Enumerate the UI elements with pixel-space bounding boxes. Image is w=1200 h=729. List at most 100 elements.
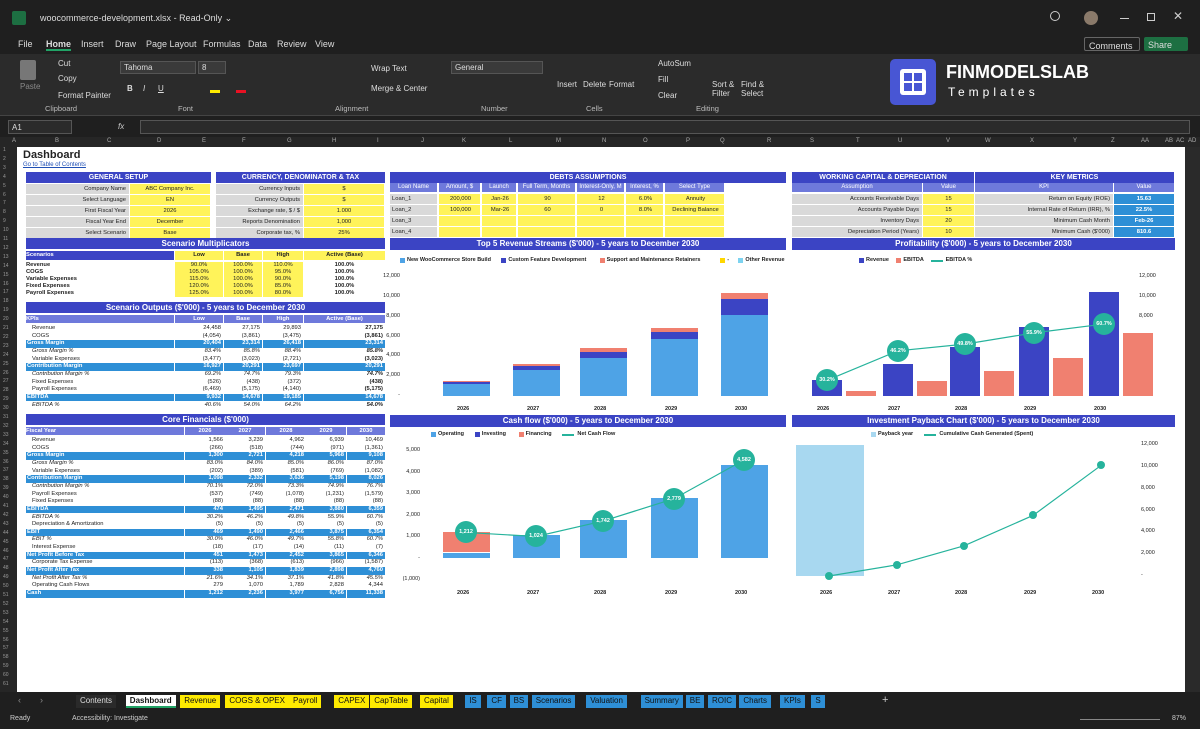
cut-button[interactable]: Cut bbox=[58, 59, 70, 68]
multipliers-cell[interactable]: 100.0% bbox=[224, 276, 262, 283]
row-header[interactable]: 9 bbox=[3, 218, 6, 224]
row-header[interactable]: 14 bbox=[3, 263, 9, 269]
row-header[interactable]: 8 bbox=[3, 209, 6, 215]
tab-dashboard[interactable]: Dashboard bbox=[125, 695, 176, 708]
row-header[interactable]: 29 bbox=[3, 396, 9, 402]
row-header[interactable]: 35 bbox=[3, 450, 9, 456]
row-header[interactable]: 48 bbox=[3, 565, 9, 571]
font-name-select[interactable]: Tahoma bbox=[120, 61, 196, 74]
multipliers-cell[interactable]: 125.0% bbox=[175, 290, 223, 297]
general-setup-value[interactable]: EN bbox=[130, 195, 210, 205]
column-header[interactable]: V bbox=[946, 138, 950, 144]
tab-payroll[interactable]: Payroll bbox=[289, 695, 322, 708]
working-capital-value[interactable]: 20 bbox=[923, 216, 974, 226]
row-header[interactable]: 42 bbox=[3, 512, 9, 518]
row-header[interactable]: 51 bbox=[3, 592, 9, 598]
add-sheet-icon[interactable]: + bbox=[882, 694, 888, 706]
paste-label[interactable]: Paste bbox=[20, 82, 40, 91]
multipliers-cell[interactable]: 100.0% bbox=[224, 283, 262, 290]
menu-draw[interactable]: Draw bbox=[115, 39, 136, 49]
menu-home[interactable]: Home bbox=[46, 39, 72, 51]
paste-icon[interactable] bbox=[20, 60, 36, 80]
debts-cell[interactable]: 100,000 bbox=[439, 205, 480, 215]
formula-input[interactable] bbox=[140, 120, 1190, 134]
column-header[interactable]: T bbox=[856, 138, 860, 144]
column-header[interactable]: Z bbox=[1111, 138, 1115, 144]
format-cells-button[interactable]: Format bbox=[609, 80, 634, 89]
currency-value[interactable]: 25% bbox=[304, 228, 384, 238]
column-header[interactable]: R bbox=[767, 138, 771, 144]
menu-page-layout[interactable]: Page Layout bbox=[146, 39, 197, 49]
column-header[interactable]: AC bbox=[1176, 138, 1184, 144]
debts-cell[interactable] bbox=[626, 227, 663, 237]
row-header[interactable]: 53 bbox=[3, 610, 9, 616]
close-icon[interactable]: ✕ bbox=[1173, 9, 1183, 23]
column-header[interactable]: U bbox=[898, 138, 902, 144]
multipliers-cell[interactable]: 100.0% bbox=[224, 290, 262, 297]
column-header[interactable]: O bbox=[643, 138, 648, 144]
menu-formulas[interactable]: Formulas bbox=[203, 39, 241, 49]
row-header[interactable]: 21 bbox=[3, 325, 9, 331]
row-header[interactable]: 37 bbox=[3, 467, 9, 473]
row-header[interactable]: 39 bbox=[3, 485, 9, 491]
debts-cell[interactable] bbox=[577, 227, 624, 237]
debts-cell[interactable]: Jan-26 bbox=[482, 194, 516, 204]
debts-cell[interactable] bbox=[665, 216, 724, 226]
italic-button[interactable]: I bbox=[143, 84, 145, 93]
row-header[interactable]: 2 bbox=[3, 156, 6, 162]
column-header[interactable]: Y bbox=[1073, 138, 1077, 144]
row-header[interactable]: 50 bbox=[3, 583, 9, 589]
row-header[interactable]: 17 bbox=[3, 289, 9, 295]
multipliers-cell[interactable]: 105.0% bbox=[175, 269, 223, 276]
row-header[interactable]: 25 bbox=[3, 361, 9, 367]
font-size-select[interactable]: 8 bbox=[198, 61, 226, 74]
general-setup-value[interactable]: 2026 bbox=[130, 206, 210, 216]
row-header[interactable]: 57 bbox=[3, 645, 9, 651]
row-header[interactable]: 60 bbox=[3, 672, 9, 678]
zoom-level[interactable]: 87% bbox=[1172, 715, 1186, 722]
debts-cell[interactable] bbox=[626, 216, 663, 226]
debts-cell[interactable] bbox=[665, 227, 724, 237]
column-header[interactable]: AD bbox=[1188, 138, 1196, 144]
column-header[interactable]: Q bbox=[720, 138, 725, 144]
copy-button[interactable]: Copy bbox=[58, 74, 77, 83]
row-header[interactable]: 26 bbox=[3, 370, 9, 376]
row-header[interactable]: 15 bbox=[3, 272, 9, 278]
multipliers-cell[interactable]: 115.0% bbox=[175, 276, 223, 283]
tab-be[interactable]: BE bbox=[685, 695, 705, 708]
fx-icon[interactable]: fx bbox=[118, 122, 124, 131]
multipliers-cell[interactable]: 95.0% bbox=[263, 269, 303, 276]
row-header[interactable]: 7 bbox=[3, 200, 6, 206]
row-header[interactable]: 47 bbox=[3, 556, 9, 562]
debts-cell[interactable]: Mar-26 bbox=[482, 205, 516, 215]
currency-value[interactable]: 1,000 bbox=[304, 217, 384, 227]
underline-button[interactable]: U bbox=[158, 84, 164, 93]
font-color-icon[interactable] bbox=[236, 90, 246, 93]
tab-scenarios[interactable]: Scenarios bbox=[531, 695, 576, 708]
insert-cells-button[interactable]: Insert bbox=[557, 80, 577, 89]
delete-cells-button[interactable]: Delete bbox=[583, 80, 606, 89]
debts-cell[interactable]: 0 bbox=[577, 205, 624, 215]
row-header[interactable]: 10 bbox=[3, 227, 9, 233]
debts-cell[interactable] bbox=[518, 227, 575, 237]
currency-value[interactable]: $ bbox=[304, 195, 384, 205]
tab-charts[interactable]: Charts bbox=[739, 695, 771, 708]
multipliers-cell[interactable]: 90.0% bbox=[263, 276, 303, 283]
fill-color-icon[interactable] bbox=[210, 90, 220, 93]
debts-cell[interactable]: Declining Balance bbox=[665, 205, 724, 215]
column-header[interactable]: A bbox=[12, 138, 16, 144]
search-icon[interactable] bbox=[1050, 11, 1060, 21]
multipliers-cell[interactable]: 80.0% bbox=[263, 290, 303, 297]
debts-cell[interactable] bbox=[439, 227, 480, 237]
row-header[interactable]: 4 bbox=[3, 174, 6, 180]
restore-icon[interactable] bbox=[1147, 13, 1155, 21]
row-header[interactable]: 52 bbox=[3, 601, 9, 607]
menu-view[interactable]: View bbox=[315, 39, 334, 49]
clear-button[interactable]: Clear bbox=[658, 91, 677, 100]
avatar[interactable] bbox=[1084, 11, 1098, 25]
column-header[interactable]: F bbox=[242, 138, 246, 144]
debts-cell[interactable] bbox=[577, 216, 624, 226]
row-header[interactable]: 1 bbox=[3, 147, 6, 153]
wrap-text-button[interactable]: Wrap Text bbox=[371, 64, 407, 73]
tab-scroll-left-icon[interactable]: ‹ bbox=[18, 695, 21, 705]
